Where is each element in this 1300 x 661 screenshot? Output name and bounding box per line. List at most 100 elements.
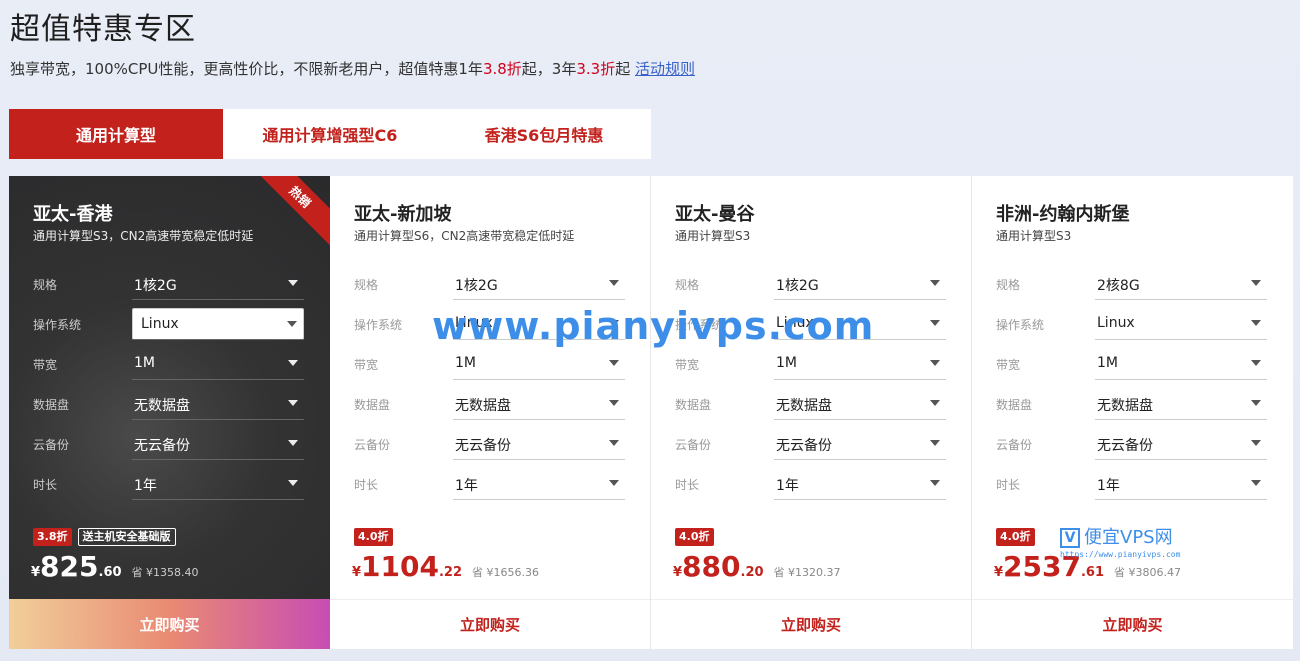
page-title: 超值特惠专区 bbox=[10, 12, 196, 47]
chevron-down-icon bbox=[1251, 440, 1261, 446]
os-value: Linux bbox=[455, 315, 493, 331]
spec-row: 规格 1核2G bbox=[33, 268, 306, 300]
os-select[interactable]: Linux bbox=[132, 308, 304, 340]
spec-label: 规格 bbox=[996, 278, 1021, 292]
price-savings: 省 ¥1320.37 bbox=[773, 566, 841, 579]
disk-label: 数据盘 bbox=[354, 398, 391, 412]
duration-select[interactable]: 1年 bbox=[132, 468, 304, 500]
os-label: 操作系统 bbox=[996, 318, 1045, 332]
disk-select[interactable]: 无数据盘 bbox=[774, 388, 946, 420]
buy-now-button[interactable]: 立即购买 bbox=[330, 599, 650, 649]
subtitle-text-2: 起，3年 bbox=[521, 60, 577, 78]
card-description: 通用计算型S3，CN2高速带宽稳定低时延 bbox=[33, 229, 254, 243]
bandwidth-row: 带宽 1M bbox=[996, 348, 1269, 380]
chevron-down-icon bbox=[288, 400, 298, 406]
badge-group: 4.0折 bbox=[996, 528, 1035, 546]
bandwidth-select[interactable]: 1M bbox=[774, 348, 946, 380]
bandwidth-select[interactable]: 1M bbox=[1095, 348, 1267, 380]
discount-badge: 3.8折 bbox=[33, 528, 72, 546]
chevron-down-icon bbox=[1251, 480, 1261, 486]
discount-badge: 4.0折 bbox=[354, 528, 393, 546]
subtitle-text-3: 起 bbox=[615, 60, 635, 78]
spec-select[interactable]: 1核2G bbox=[132, 268, 304, 300]
product-cards: 热销 亚太-香港 通用计算型S3，CN2高速带宽稳定低时延 规格 1核2G 操作… bbox=[9, 176, 1293, 649]
price: ¥825.60 省 ¥1358.40 bbox=[31, 550, 199, 583]
backup-row: 云备份 无云备份 bbox=[33, 428, 306, 460]
price-integer: 825 bbox=[40, 550, 99, 583]
spec-select[interactable]: 1核2G bbox=[453, 268, 625, 300]
bandwidth-label: 带宽 bbox=[33, 358, 58, 372]
spec-row: 规格 1核2G bbox=[354, 268, 627, 300]
tab-general-compute[interactable]: 通用计算型 bbox=[9, 109, 223, 159]
subtitle-highlight-2: 3.3折 bbox=[576, 60, 616, 78]
backup-row: 云备份 无云备份 bbox=[354, 428, 627, 460]
bandwidth-value: 1M bbox=[776, 355, 797, 371]
chevron-down-icon bbox=[930, 480, 940, 486]
os-label: 操作系统 bbox=[354, 318, 403, 332]
os-select[interactable]: Linux bbox=[774, 308, 946, 340]
chevron-down-icon bbox=[930, 280, 940, 286]
buy-now-button[interactable]: 立即购买 bbox=[972, 599, 1293, 649]
bandwidth-row: 带宽 1M bbox=[354, 348, 627, 380]
os-row: 操作系统 Linux bbox=[996, 308, 1269, 340]
card-description: 通用计算型S6，CN2高速带宽稳定低时延 bbox=[354, 229, 575, 243]
duration-select[interactable]: 1年 bbox=[453, 468, 625, 500]
price-decimal: .22 bbox=[438, 565, 463, 580]
bandwidth-value: 1M bbox=[134, 355, 155, 371]
bandwidth-select[interactable]: 1M bbox=[132, 348, 304, 380]
backup-label: 云备份 bbox=[996, 438, 1033, 452]
buy-now-button[interactable]: 立即购买 bbox=[651, 599, 971, 649]
bandwidth-value: 1M bbox=[1097, 355, 1118, 371]
disk-select[interactable]: 无数据盘 bbox=[453, 388, 625, 420]
chevron-down-icon bbox=[609, 400, 619, 406]
disk-select[interactable]: 无数据盘 bbox=[1095, 388, 1267, 420]
price-integer: 880 bbox=[682, 550, 741, 583]
price-currency: ¥ bbox=[673, 565, 683, 580]
os-label: 操作系统 bbox=[33, 318, 82, 332]
price: ¥1104.22 省 ¥1656.36 bbox=[352, 550, 539, 583]
os-select[interactable]: Linux bbox=[453, 308, 625, 340]
spec-row: 规格 2核8G bbox=[996, 268, 1269, 300]
spec-value: 1核2G bbox=[134, 278, 177, 294]
tab-hongkong-s6[interactable]: 香港S6包月特惠 bbox=[437, 109, 651, 159]
backup-select[interactable]: 无云备份 bbox=[1095, 428, 1267, 460]
price: ¥880.20 省 ¥1320.37 bbox=[673, 550, 841, 583]
card-region-name: 非洲-约翰内斯堡 bbox=[996, 204, 1130, 225]
chevron-down-icon bbox=[930, 440, 940, 446]
bandwidth-select[interactable]: 1M bbox=[453, 348, 625, 380]
backup-select[interactable]: 无云备份 bbox=[453, 428, 625, 460]
disk-label: 数据盘 bbox=[996, 398, 1033, 412]
os-value: Linux bbox=[776, 315, 814, 331]
backup-select[interactable]: 无云备份 bbox=[774, 428, 946, 460]
disk-value: 无数据盘 bbox=[776, 398, 832, 414]
os-select[interactable]: Linux bbox=[1095, 308, 1267, 340]
duration-label: 时长 bbox=[33, 478, 58, 492]
disk-select[interactable]: 无数据盘 bbox=[132, 388, 304, 420]
spec-row: 规格 1核2G bbox=[675, 268, 948, 300]
backup-select[interactable]: 无云备份 bbox=[132, 428, 304, 460]
os-value: Linux bbox=[1097, 315, 1135, 331]
duration-row: 时长 1年 bbox=[996, 468, 1269, 500]
disk-value: 无数据盘 bbox=[1097, 398, 1153, 414]
subtitle-text-1: 独享带宽，100%CPU性能，更高性价比，不限新老用户，超值特惠1年 bbox=[10, 60, 483, 78]
card-region-name: 亚太-曼谷 bbox=[675, 204, 755, 225]
spec-select[interactable]: 1核2G bbox=[774, 268, 946, 300]
duration-select[interactable]: 1年 bbox=[1095, 468, 1267, 500]
bandwidth-row: 带宽 1M bbox=[33, 348, 306, 380]
bandwidth-row: 带宽 1M bbox=[675, 348, 948, 380]
tab-general-compute-c6[interactable]: 通用计算增强型C6 bbox=[223, 109, 437, 159]
duration-select[interactable]: 1年 bbox=[774, 468, 946, 500]
chevron-down-icon bbox=[1251, 360, 1261, 366]
spec-select[interactable]: 2核8G bbox=[1095, 268, 1267, 300]
chevron-down-icon bbox=[1251, 400, 1261, 406]
activity-rules-link[interactable]: 活动规则 bbox=[635, 60, 695, 78]
disk-row: 数据盘 无数据盘 bbox=[675, 388, 948, 420]
chevron-down-icon bbox=[1251, 320, 1261, 326]
buy-now-button[interactable]: 立即购买 bbox=[9, 599, 330, 649]
backup-value: 无云备份 bbox=[455, 438, 511, 454]
spec-value: 2核8G bbox=[1097, 278, 1140, 294]
chevron-down-icon bbox=[609, 440, 619, 446]
chevron-down-icon bbox=[1251, 280, 1261, 286]
price-currency: ¥ bbox=[352, 565, 362, 580]
price-savings: 省 ¥1656.36 bbox=[472, 566, 539, 579]
